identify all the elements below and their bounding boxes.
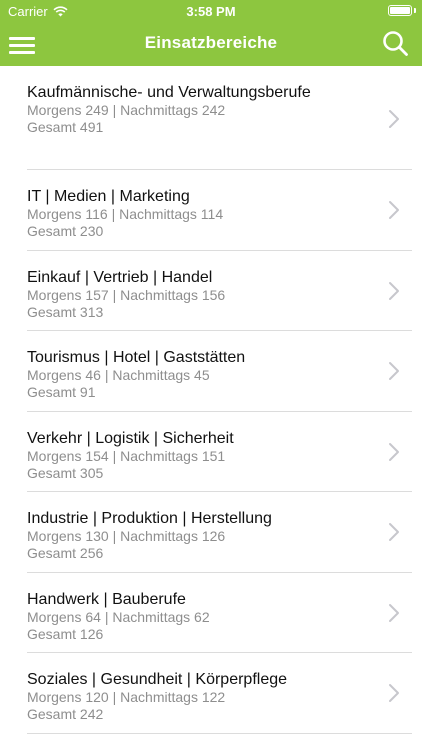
item-total: Gesamt 313: [27, 303, 104, 320]
item-title: Handwerk | Bauberufe: [27, 590, 186, 608]
item-total: Gesamt 91: [27, 384, 96, 400]
chevron-right-icon: [389, 523, 399, 541]
item-total: Gesamt 491: [27, 119, 104, 135]
item-shift-counts: Morgens 120 | Nachmittags 122: [27, 689, 226, 705]
item-shift-counts: Morgens 157 | Nachmittags 156: [27, 286, 226, 303]
menu-button[interactable]: [6, 28, 38, 60]
item-total: Gesamt 256: [27, 545, 104, 561]
item-shift-counts: Morgens 154 | Nachmittags 151: [27, 447, 226, 464]
item-title: Kaufmännische- und Verwaltungsberufe: [27, 84, 311, 101]
item-shift-counts: Morgens 249 | Nachmittags 242: [27, 102, 226, 118]
item-total: Gesamt 126: [27, 625, 104, 642]
list-item[interactable]: Handwerk | Bauberufe Morgens 64 | Nachmi…: [0, 573, 422, 654]
chevron-right-icon: [389, 603, 399, 622]
list-item[interactable]: Einkauf | Vertrieb | Handel Morgens 157 …: [0, 251, 422, 332]
chevron-right-icon: [389, 442, 399, 461]
item-title: Verkehr | Logistik | Sicherheit: [27, 429, 234, 447]
search-icon: [383, 31, 408, 56]
navigation-bar: Einsatzbereiche: [0, 22, 422, 66]
chevron-right-icon: [389, 362, 399, 380]
battery-tip: [414, 8, 416, 13]
item-title: Soziales | Gesundheit | Körperpflege: [27, 671, 288, 688]
item-title: Tourismus | Hotel | Gaststätten: [27, 349, 246, 366]
list-item[interactable]: IT | Medien | Marketing Morgens 116 | Na…: [0, 170, 422, 251]
battery-icon: [388, 5, 412, 16]
list-item[interactable]: Soziales | Gesundheit | Körperpflege Mor…: [0, 653, 422, 734]
item-title: Industrie | Produktion | Herstellung: [27, 510, 272, 527]
item-shift-counts: Morgens 64 | Nachmittags 62: [27, 608, 210, 625]
item-total: Gesamt 305: [27, 464, 104, 481]
chevron-right-icon: [389, 684, 399, 702]
item-total: Gesamt 230: [27, 223, 104, 239]
item-shift-counts: Morgens 46 | Nachmittags 45: [27, 367, 210, 383]
category-list: Kaufmännische- und Verwaltungsberufe Mor…: [0, 66, 422, 734]
item-title: Einkauf | Vertrieb | Handel: [27, 268, 213, 286]
chevron-right-icon: [389, 281, 399, 300]
hamburger-icon: [9, 37, 35, 40]
hamburger-icon: [9, 51, 35, 54]
status-bar: Carrier 3:58 PM: [0, 0, 422, 22]
item-shift-counts: Morgens 130 | Nachmittags 126: [27, 528, 226, 544]
item-title: IT | Medien | Marketing: [27, 188, 190, 205]
chevron-right-icon: [389, 110, 399, 128]
hamburger-icon: [9, 44, 35, 47]
app-header: Carrier 3:58 PM Einsatzbereiche: [0, 0, 422, 66]
item-shift-counts: Morgens 116 | Nachmittags 114: [27, 206, 224, 222]
list-item[interactable]: Tourismus | Hotel | Gaststätten Morgens …: [0, 331, 422, 412]
list-item[interactable]: Verkehr | Logistik | Sicherheit Morgens …: [0, 412, 422, 493]
list-item[interactable]: Kaufmännische- und Verwaltungsberufe Mor…: [0, 66, 422, 170]
search-button[interactable]: [380, 28, 412, 60]
status-time: 3:58 PM: [186, 4, 236, 19]
page-title: Einsatzbereiche: [144, 33, 278, 52]
item-total: Gesamt 242: [27, 706, 104, 722]
list-item[interactable]: Industrie | Produktion | Herstellung Mor…: [0, 492, 422, 573]
chevron-right-icon: [389, 201, 399, 219]
